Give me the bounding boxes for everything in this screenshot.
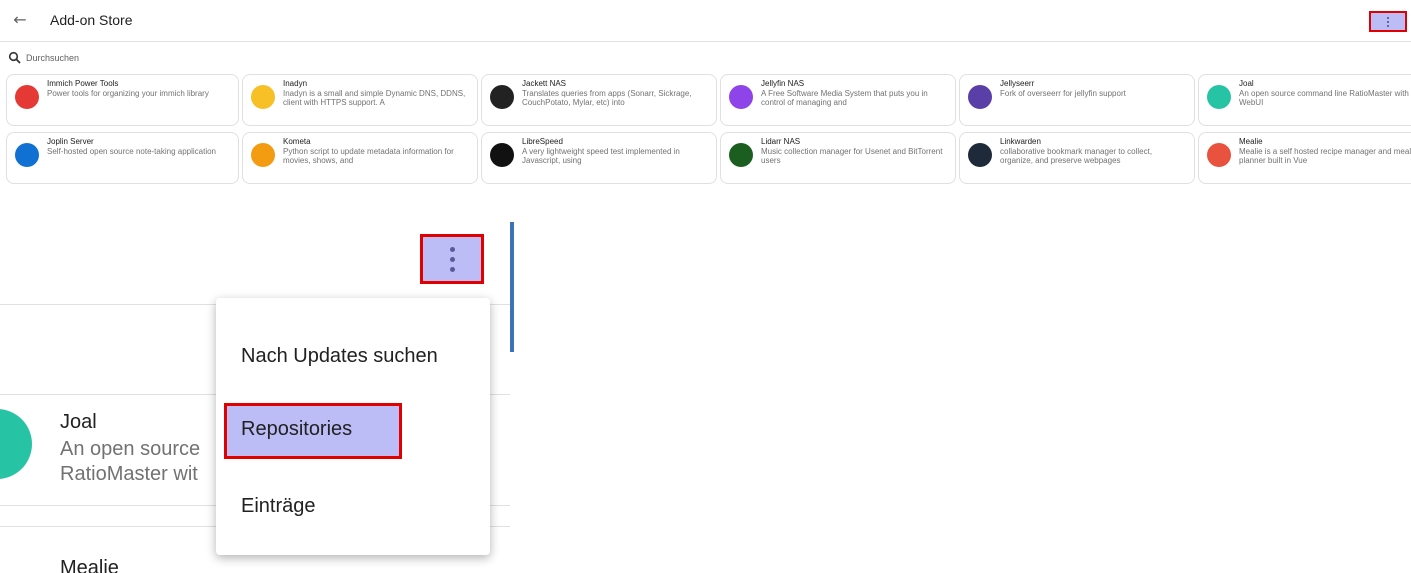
addon-card-title: Joplin Server bbox=[47, 137, 94, 146]
addon-card[interactable]: LibreSpeed A very lightweight speed test … bbox=[481, 132, 717, 184]
addon-card[interactable]: Joplin Server Self-hosted open source not… bbox=[6, 132, 239, 184]
addon-card-description: An open source command line RatioMaster … bbox=[1239, 89, 1409, 107]
menu-item-repositories[interactable]: Repositories bbox=[216, 404, 490, 454]
overflow-menu: Nach Updates suchen Repositories Einträg… bbox=[216, 298, 490, 555]
librespeed-icon bbox=[490, 143, 514, 167]
addon-card-description: collaborative bookmark manager to collec… bbox=[1000, 147, 1153, 165]
lidarr-icon bbox=[729, 143, 753, 167]
addon-card[interactable]: Linkwarden collaborative bookmark manager… bbox=[959, 132, 1195, 184]
more-vertical-icon bbox=[423, 237, 481, 281]
addon-card-title: Joal bbox=[60, 411, 97, 433]
immich-icon bbox=[15, 85, 39, 109]
scrollbar[interactable] bbox=[510, 222, 514, 352]
addon-card-description: Self-hosted open source note-taking appl… bbox=[47, 147, 216, 156]
jackett-icon bbox=[490, 85, 514, 109]
addon-card-description: Inadyn is a small and simple Dynamic DNS… bbox=[283, 89, 466, 107]
more-options-button-zoomed[interactable] bbox=[420, 234, 484, 284]
addon-card-title: Immich Power Tools bbox=[47, 79, 119, 88]
page-title: Add-on Store bbox=[50, 12, 133, 28]
search-bar bbox=[0, 43, 1411, 73]
joplin-icon bbox=[15, 143, 39, 167]
addon-card-description: Power tools for organizing your immich l… bbox=[47, 89, 209, 98]
addon-card-title: Jackett NAS bbox=[522, 79, 567, 88]
addon-card[interactable]: Immich Power Tools Power tools for organi… bbox=[6, 74, 239, 126]
menu-item-check-updates[interactable]: Nach Updates suchen bbox=[216, 331, 490, 381]
app-bar: ← Add-on Store bbox=[0, 0, 1411, 42]
addon-card-title: Inadyn bbox=[283, 79, 308, 88]
addon-card[interactable]: Lidarr NAS Music collection manager for U… bbox=[720, 132, 956, 184]
addon-card-description: Mealie is a self hosted recipe manager a… bbox=[1239, 147, 1411, 165]
jellyfin-icon bbox=[729, 85, 753, 109]
addon-card-description: Translates queries from apps (Sonarr, Si… bbox=[522, 89, 692, 107]
addon-card-title: Mealie bbox=[60, 557, 119, 573]
addon-card-description: A Free Software Media System that puts y… bbox=[761, 89, 928, 107]
addon-card-title: Jellyseerr bbox=[1000, 79, 1035, 88]
zoomed-overflow-menu-view: Joal An open source RatioMaster wit Meal… bbox=[0, 222, 515, 573]
addon-card-title: LibreSpeed bbox=[522, 137, 563, 146]
kometa-icon bbox=[251, 143, 275, 167]
addon-card-description: A very lightweight speed test implemente… bbox=[522, 147, 680, 165]
more-vertical-icon bbox=[1371, 13, 1405, 30]
joal-icon bbox=[0, 409, 32, 479]
addon-store-screen: ← Add-on Store Immich Power ToolsPower t… bbox=[0, 0, 1411, 190]
addon-card-title: Kometa bbox=[283, 137, 311, 146]
mealie-icon bbox=[1207, 143, 1231, 167]
addon-card-description: An open source RatioMaster wit bbox=[60, 438, 201, 485]
addon-card-title: Joal bbox=[1239, 79, 1254, 88]
addon-card-description: Fork of overseerr for jellyfin support bbox=[1000, 89, 1126, 98]
addon-card-description: Music collection manager for Usenet and … bbox=[761, 147, 943, 165]
addon-card[interactable]: Jellyfin NAS A Free Software Media System… bbox=[720, 74, 956, 126]
addon-card[interactable]: Joal An open source command line RatioMas… bbox=[1198, 74, 1411, 126]
menu-item-entries[interactable]: Einträge bbox=[216, 481, 490, 531]
addon-card-title: Lidarr NAS bbox=[761, 137, 801, 146]
linkwarden-icon bbox=[968, 143, 992, 167]
addon-card[interactable]: Inadyn Inadyn is a small and simple Dynam… bbox=[242, 74, 478, 126]
arrow-left-icon[interactable]: ← bbox=[10, 10, 30, 30]
addon-card[interactable]: Mealie Mealie is a self hosted recipe man… bbox=[1198, 132, 1411, 184]
joal-icon bbox=[1207, 85, 1231, 109]
addon-card-title: Mealie bbox=[1239, 137, 1263, 146]
addon-card-description: Python script to update metadata informa… bbox=[283, 147, 454, 165]
addon-grid: Immich Power Tools Power tools for organi… bbox=[0, 74, 1411, 184]
inadyn-icon bbox=[251, 85, 275, 109]
addon-card[interactable]: Kometa Python script to update metadata i… bbox=[242, 132, 478, 184]
search-input[interactable] bbox=[26, 50, 326, 66]
addon-card-title: Jellyfin NAS bbox=[761, 79, 805, 88]
more-options-button[interactable] bbox=[1369, 11, 1407, 32]
addon-card[interactable]: Jellyseerr Fork of overseerr for jellyfin… bbox=[959, 74, 1195, 126]
addon-card-title: Linkwarden bbox=[1000, 137, 1041, 146]
addon-card[interactable]: Jackett NAS Translates queries from apps … bbox=[481, 74, 717, 126]
search-icon bbox=[8, 51, 21, 64]
jellyseerr-icon bbox=[968, 85, 992, 109]
